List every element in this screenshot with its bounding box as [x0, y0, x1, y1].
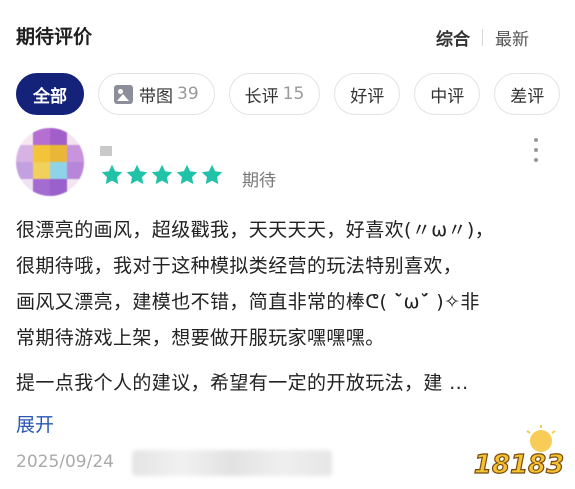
filter-with-image[interactable]: 带图 39 [98, 73, 215, 115]
filter-all[interactable]: 全部 [16, 73, 84, 115]
review-line: 很期待哦，我对于这种模拟类经营的玩法特别喜欢， [16, 255, 463, 277]
filter-positive-label: 好评 [350, 86, 385, 107]
star-icon [176, 164, 198, 185]
reviews-header: 期待评价 综合 最新 [0, 0, 575, 66]
filter-positive[interactable]: 好评 [334, 73, 401, 115]
sort-comprehensive[interactable]: 综合 [436, 25, 470, 50]
star-icon [201, 164, 223, 185]
filter-long-review-count: 15 [282, 84, 305, 104]
review-suggestion: 提一点我个人的建议，希望有一定的开放玩法，建 ... [16, 372, 469, 394]
star-icon [126, 164, 148, 185]
device-info-redacted [132, 450, 332, 476]
username-redacted [100, 146, 112, 156]
star-icon [151, 164, 173, 185]
filter-long-review[interactable]: 长评 15 [228, 73, 321, 115]
review-line: 很漂亮的画风，超级戳我，天天天天，好喜欢(〃ω〃)， [16, 219, 495, 241]
filter-chips: 全部 带图 39 长评 15 好评 中评 差评 [16, 73, 574, 115]
filter-negative-label: 差评 [510, 86, 545, 107]
more-options-icon[interactable] [532, 138, 540, 162]
filter-negative[interactable]: 差评 [494, 73, 561, 115]
review-line: 常期待游戏上架，想要做开服玩家嘿嘿嘿。 [16, 327, 385, 349]
filter-with-image-label: 带图 [139, 86, 173, 107]
filter-all-label: 全部 [33, 86, 67, 107]
filter-neutral[interactable]: 中评 [414, 73, 481, 115]
review-line: 画风又漂亮，建模也不错，简直非常的棒ᕦ( ˘̀ω˘́ )✧非 [16, 291, 480, 313]
sort-options: 综合 最新 [436, 25, 529, 50]
image-icon [114, 84, 133, 104]
filter-with-image-count: 39 [177, 84, 199, 104]
sort-latest[interactable]: 最新 [495, 25, 529, 50]
filter-neutral-label: 中评 [430, 86, 465, 107]
filter-long-review-label: 长评 [244, 86, 279, 107]
site-logo-watermark: 18183 [473, 425, 565, 481]
avatar[interactable] [16, 128, 84, 196]
section-title: 期待评价 [16, 26, 93, 48]
rating-label: 期待 [242, 171, 276, 191]
watermark-text: 18183 [474, 450, 564, 480]
star-icon [101, 164, 123, 185]
sort-divider [482, 29, 483, 46]
star-rating [100, 163, 225, 187]
review-date: 2025/09/24 [16, 452, 114, 472]
expand-link[interactable]: 展开 [16, 410, 54, 437]
review-text: 很漂亮的画风，超级戳我，天天天天，好喜欢(〃ω〃)， 很期待哦，我对于这种模拟类… [16, 212, 556, 356]
